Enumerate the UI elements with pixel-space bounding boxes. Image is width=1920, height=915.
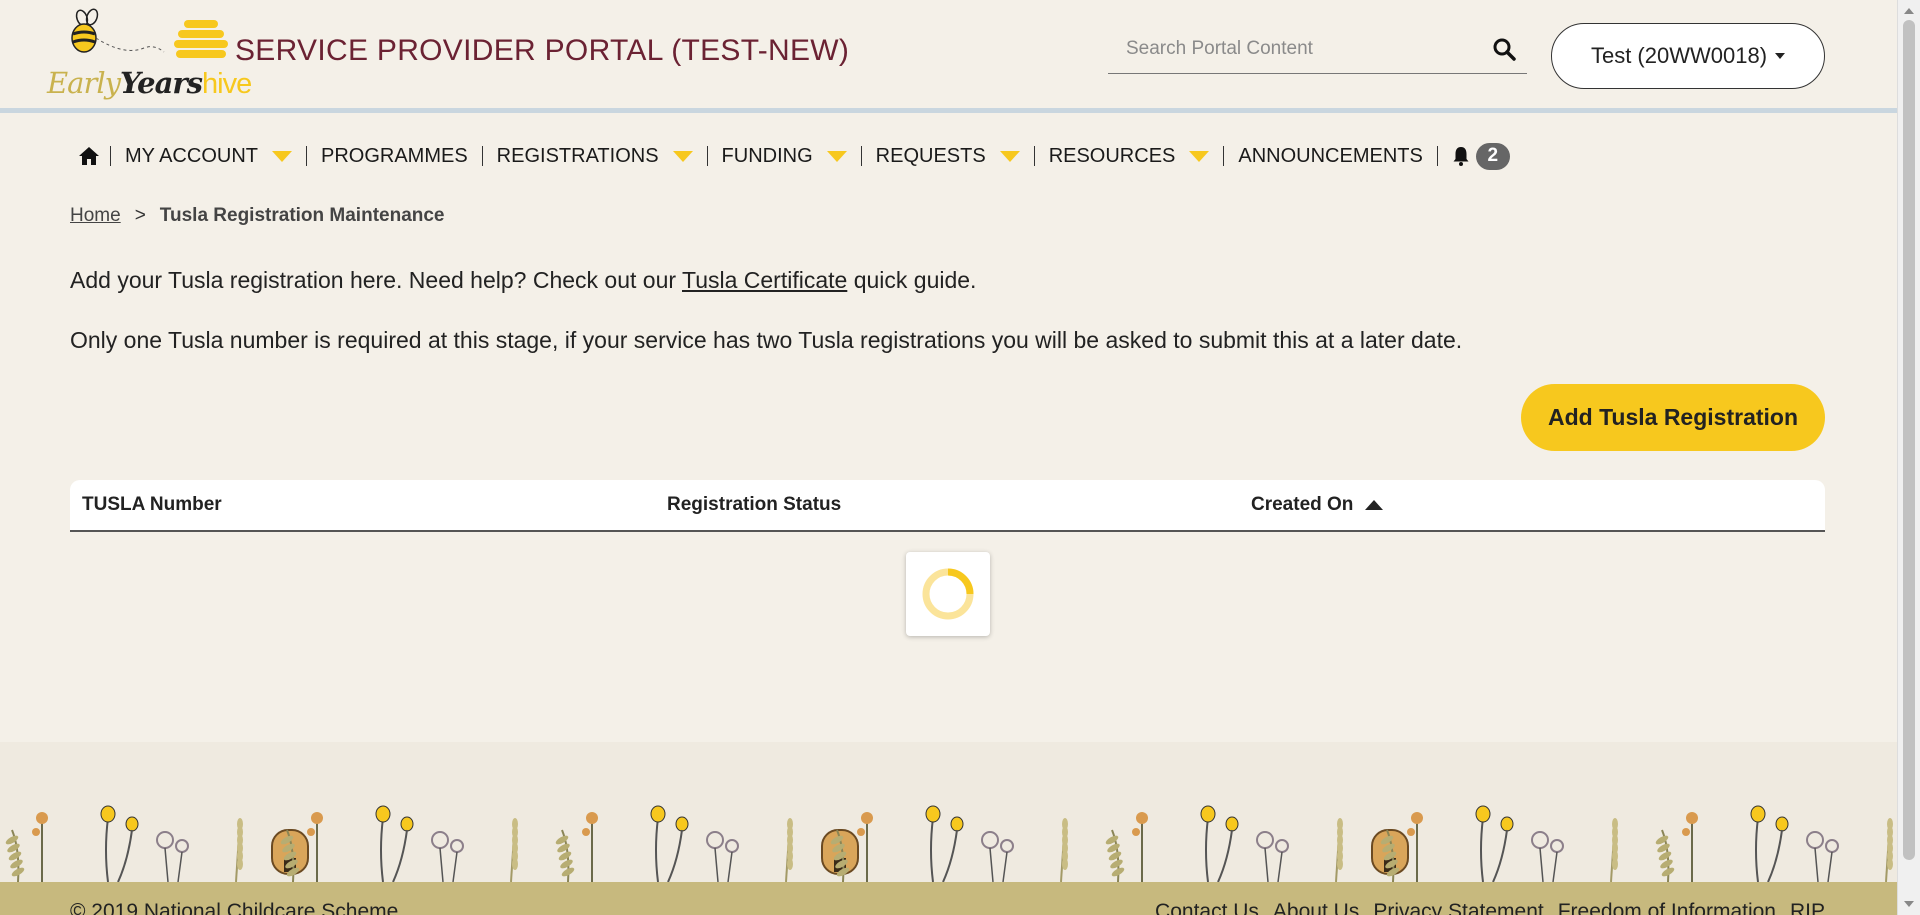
home-icon: [79, 147, 99, 165]
column-header-created-on[interactable]: Created On: [1251, 494, 1384, 516]
column-header-registration-status[interactable]: Registration Status: [667, 494, 841, 516]
nav-label: FUNDING: [721, 144, 813, 167]
tusla-note-text: Only one Tusla number is required at thi…: [70, 327, 1463, 353]
nav-funding[interactable]: FUNDING: [708, 138, 861, 174]
nav-label: REQUESTS: [875, 144, 986, 167]
nav-requests[interactable]: REQUESTS: [862, 138, 1034, 174]
flower-cluster: [1655, 805, 1893, 882]
caret-down-icon: [999, 150, 1020, 162]
main-nav: MY ACCOUNT PROGRAMMES REGISTRATIONS FUND…: [76, 138, 1516, 174]
flower-cluster: [1105, 805, 1409, 882]
nav-notifications[interactable]: 2: [1438, 138, 1516, 174]
search-button[interactable]: [1489, 34, 1519, 64]
footer-link-about-us[interactable]: About Us: [1273, 900, 1359, 915]
breadcrumb: Home > Tusla Registration Maintenance: [70, 205, 445, 227]
footer-links: Contact Us About Us Privacy Statement Fr…: [1155, 900, 1825, 915]
footer-link-freedom-of-information[interactable]: Freedom of Information: [1558, 900, 1776, 915]
flower-border-illustration: [5, 805, 1893, 882]
flower-cluster: [555, 805, 859, 882]
account-button-label: Test (20WW0018): [1590, 43, 1768, 68]
footer-copyright: © 2019 National Childcare Scheme: [70, 900, 399, 915]
early-years-hive-logo[interactable]: EarlyYearshive: [44, 8, 252, 100]
account-dropdown-button[interactable]: Test (20WW0018): [1551, 23, 1825, 89]
flower-cluster: [830, 805, 1068, 882]
add-tusla-registration-button[interactable]: Add Tusla Registration: [1521, 384, 1825, 451]
nav-home[interactable]: [76, 138, 110, 174]
nav-programmes[interactable]: PROGRAMMES: [307, 138, 482, 174]
scroll-down-arrow-icon[interactable]: [1904, 901, 1914, 907]
site-footer: © 2019 National Childcare Scheme Contact…: [0, 882, 1897, 915]
flower-cluster: [1380, 805, 1618, 882]
footer-link-rip[interactable]: RIP: [1790, 900, 1825, 915]
logo-word-early: Early: [47, 66, 121, 100]
site-header: EarlyYearshive SERVICE PROVIDER PORTAL (…: [0, 0, 1897, 113]
nav-announcements[interactable]: ANNOUNCEMENTS: [1224, 138, 1436, 174]
search-input[interactable]: [1108, 26, 1468, 72]
nav-my-account[interactable]: MY ACCOUNT: [111, 138, 306, 174]
scrollbar-thumb[interactable]: [1903, 20, 1915, 860]
registrations-table-header: TUSLA Number Registration Status Created…: [70, 480, 1825, 532]
flower-cluster: [280, 805, 518, 882]
logo-wordmark: EarlyYearshive: [47, 66, 252, 101]
breadcrumb-separator: >: [134, 205, 146, 226]
nav-label: PROGRAMMES: [320, 144, 468, 167]
column-header-label: TUSLA Number: [82, 494, 222, 515]
intro-text-part: Add your Tusla registration here. Need h…: [70, 267, 682, 293]
breadcrumb-current: Tusla Registration Maintenance: [159, 205, 445, 226]
intro-text-part: quick guide.: [847, 267, 977, 293]
footer-link-contact-us[interactable]: Contact Us: [1155, 900, 1259, 915]
notification-count-badge: 2: [1475, 142, 1510, 170]
column-header-label: Created On: [1251, 494, 1354, 515]
caret-down-icon: [1189, 150, 1210, 162]
loading-spinner: [906, 552, 990, 636]
caret-down-icon: [271, 150, 292, 162]
spinner-icon: [922, 568, 974, 620]
logo-word-years: Years: [119, 66, 203, 100]
nav-label: ANNOUNCEMENTS: [1238, 144, 1423, 167]
caret-down-icon: [1775, 53, 1786, 59]
nav-label: REGISTRATIONS: [496, 144, 659, 167]
portal-title: SERVICE PROVIDER PORTAL (TEST-NEW): [235, 34, 850, 67]
logo-word-hive: hive: [202, 68, 252, 100]
intro-text: Add your Tusla registration here. Need h…: [70, 267, 976, 294]
footer-link-privacy-statement[interactable]: Privacy Statement: [1373, 900, 1543, 915]
column-header-tusla-number[interactable]: TUSLA Number: [82, 494, 222, 516]
nav-resources[interactable]: RESOURCES: [1035, 138, 1224, 174]
search-bar: [1108, 26, 1527, 74]
flower-cluster: [5, 805, 309, 882]
bell-icon: [1453, 147, 1469, 166]
nav-label: MY ACCOUNT: [125, 144, 258, 167]
tusla-certificate-link[interactable]: Tusla Certificate: [682, 267, 847, 293]
search-icon: [1493, 38, 1516, 61]
nav-registrations[interactable]: REGISTRATIONS: [483, 138, 707, 174]
caret-down-icon: [826, 150, 847, 162]
page-scrollbar[interactable]: [1897, 0, 1920, 915]
column-header-label: Registration Status: [667, 494, 842, 515]
sort-ascending-icon: [1365, 500, 1384, 510]
scroll-up-arrow-icon[interactable]: [1904, 8, 1914, 14]
nav-label: RESOURCES: [1048, 144, 1176, 167]
breadcrumb-home-link[interactable]: Home: [70, 205, 121, 227]
caret-down-icon: [672, 150, 693, 162]
